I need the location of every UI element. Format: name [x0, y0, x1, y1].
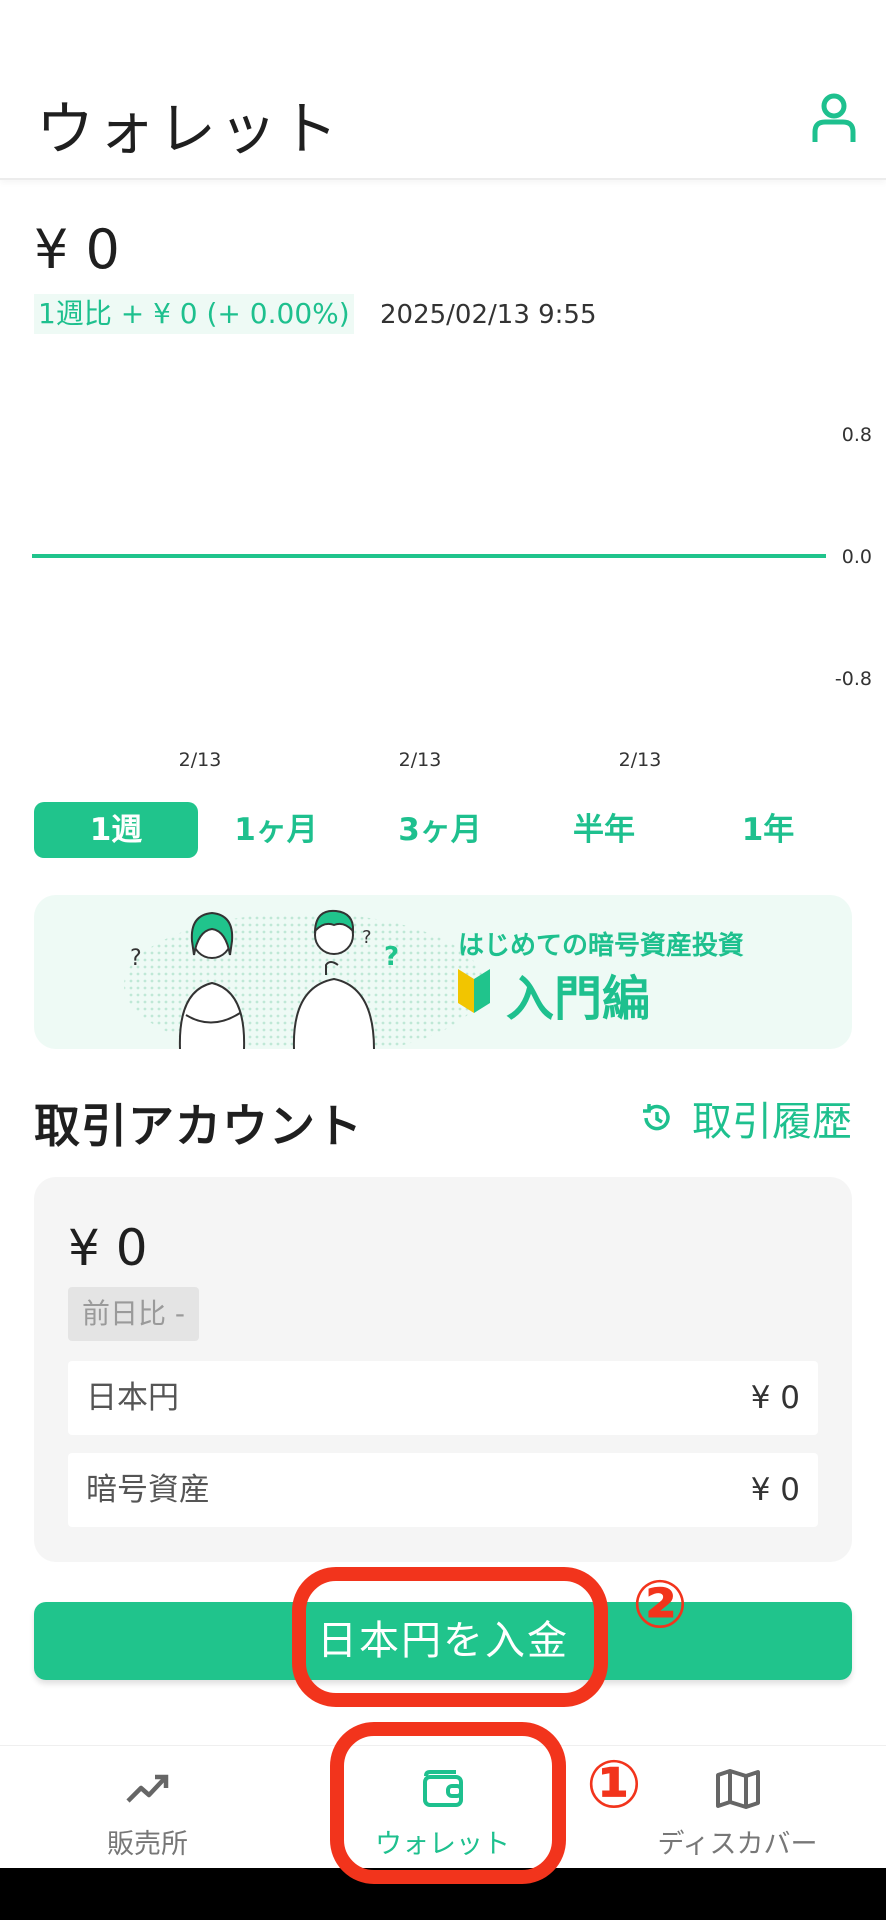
map-icon — [715, 1769, 760, 1809]
y-tick-label: -0.8 — [835, 668, 872, 690]
tab-discover-label: ディスカバー — [657, 1829, 818, 1860]
x-tick-label: 2/13 — [179, 749, 222, 771]
period-tab-1y[interactable]: 1年 — [686, 802, 850, 858]
timestamp: 2025/02/13 9:55 — [380, 300, 597, 330]
tab-sales-label: 販売所 — [107, 1829, 188, 1860]
total-balance: ¥ 0 — [34, 218, 120, 281]
period-tab-1w[interactable]: 1週 — [34, 802, 198, 858]
wallet-icon — [422, 1770, 463, 1807]
day-change-badge: 前日比 - — [68, 1287, 200, 1341]
crypto-value: ¥ 0 — [750, 1472, 800, 1508]
page-title: ウォレット — [36, 95, 342, 163]
system-nav-bar — [0, 1868, 886, 1920]
tab-wallet[interactable]: ウォレット — [295, 1746, 590, 1868]
tab-wallet-label: ウォレット — [375, 1829, 510, 1860]
beginner-guide-banner[interactable]: ? ? ? はじめての暗号資産投資 入門編 — [34, 895, 852, 1049]
beginner-leaf-icon — [458, 969, 490, 1013]
account-balance: ¥ 0 — [68, 1219, 148, 1277]
jpy-row: 日本円 ¥ 0 — [68, 1361, 818, 1435]
svg-text:?: ? — [362, 927, 372, 948]
history-label: 取引履歴 — [692, 1099, 852, 1145]
svg-text:?: ? — [130, 946, 142, 971]
banner-subtitle: はじめての暗号資産投資 — [458, 931, 745, 961]
user-icon[interactable] — [810, 92, 858, 144]
crypto-row: 暗号資産 ¥ 0 — [68, 1453, 818, 1527]
trend-up-icon — [125, 1774, 168, 1803]
jpy-value: ¥ 0 — [750, 1380, 800, 1416]
weekly-change: 1週比 + ¥ 0 (+ 0.00%) — [34, 294, 354, 334]
annotation-step-2: ② — [632, 1566, 688, 1643]
people-illustration: ? ? ? — [124, 909, 484, 1049]
balance-chart: 0.8 0.0 -0.8 2/13 2/13 2/13 — [32, 424, 872, 771]
period-tab-1m[interactable]: 1ヶ月 — [194, 802, 358, 858]
y-tick-label: 0.0 — [842, 546, 872, 568]
period-tab-3m[interactable]: 3ヶ月 — [358, 802, 522, 858]
crypto-label: 暗号資産 — [86, 1472, 210, 1508]
account-card: ¥ 0 前日比 - 日本円 ¥ 0 暗号資産 ¥ 0 — [34, 1177, 852, 1562]
period-tab-6m[interactable]: 半年 — [522, 802, 686, 858]
banner-title: 入門編 — [506, 971, 651, 1027]
history-link[interactable]: 取引履歴 — [640, 1090, 852, 1146]
annotation-step-1: ① — [586, 1746, 642, 1823]
jpy-label: 日本円 — [86, 1380, 179, 1416]
history-icon — [643, 1104, 670, 1131]
x-tick-label: 2/13 — [619, 749, 662, 771]
account-section-title: 取引アカウント — [34, 1099, 363, 1153]
y-tick-label: 0.8 — [842, 424, 872, 446]
bottom-tab-bar: 販売所 ウォレット ディスカバー — [0, 1745, 886, 1867]
svg-text:?: ? — [384, 942, 399, 972]
deposit-jpy-button[interactable]: 日本円を入金 — [34, 1602, 852, 1680]
tab-sales[interactable]: 販売所 — [0, 1746, 295, 1868]
x-tick-label: 2/13 — [399, 749, 442, 771]
period-selector: 1週 1ヶ月 3ヶ月 半年 1年 — [34, 802, 852, 858]
app-header: ウォレット — [0, 0, 886, 180]
